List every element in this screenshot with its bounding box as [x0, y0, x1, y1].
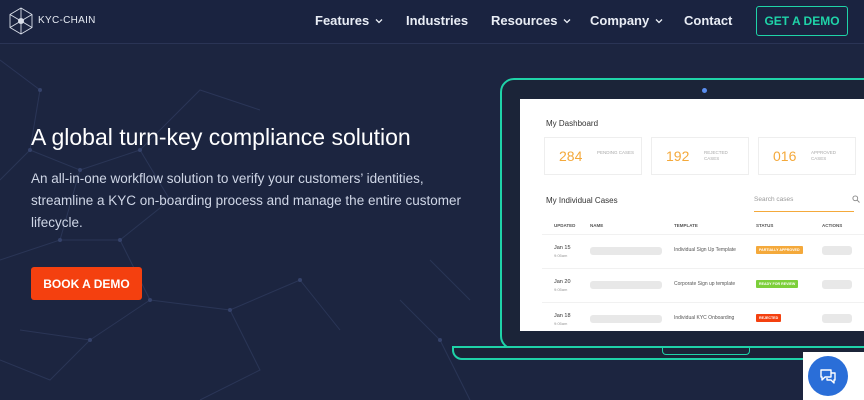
nav-item-label: Resources [491, 13, 558, 28]
row-name-placeholder [590, 281, 662, 289]
row-time: 9:05am [554, 287, 568, 292]
hero-subtitle: An all-in-one workflow solution to verif… [31, 171, 461, 230]
row-action-button[interactable] [822, 246, 852, 255]
top-navigation: KYC-CHAIN Features Industries Resources … [0, 0, 864, 44]
stat-value: 016 [773, 148, 797, 164]
row-action-button[interactable] [822, 314, 852, 323]
stat-label: PENDING CASES [597, 150, 635, 155]
nav-item-label: Contact [684, 13, 733, 28]
nav-item-label: Features [315, 13, 370, 28]
row-template: Individual Sign Up Template [674, 247, 736, 253]
nav-item-features[interactable]: Features [315, 13, 383, 28]
stat-label: REJECTED CASES [704, 150, 728, 161]
stat-value: 284 [559, 148, 583, 164]
status-badge: PARTIALLY APPROVED [756, 246, 803, 254]
stat-value: 192 [666, 148, 690, 164]
dashboard-title: My Dashboard [546, 119, 599, 128]
brand-name[interactable]: KYC-CHAIN [38, 15, 96, 26]
get-a-demo-button[interactable]: GET A DEMO [756, 6, 848, 36]
stat-card-approved: 016 APPROVED CASES [758, 137, 856, 175]
hero-title: A global turn-key compliance solution [31, 124, 411, 150]
table-row[interactable]: Jan 18 9:05am Individual KYC Onboarding … [542, 302, 864, 331]
row-name-placeholder [590, 247, 662, 255]
table-row[interactable]: Jan 15 9:05am Individual Sign Up Templat… [542, 234, 864, 268]
stat-card-rejected: 192 REJECTED CASES [651, 137, 749, 175]
chat-button[interactable] [808, 356, 848, 396]
row-action-button[interactable] [822, 280, 852, 289]
row-name-placeholder [590, 315, 662, 323]
stat-label: APPROVED CASES [811, 150, 837, 161]
nav-item-industries[interactable]: Industries [406, 13, 468, 28]
nav-item-contact[interactable]: Contact [684, 13, 732, 28]
laptop-camera [702, 88, 707, 93]
network-hexagon-icon[interactable] [6, 6, 36, 36]
row-date: Jan 15 [554, 245, 571, 251]
search-underline [754, 211, 854, 212]
dashboard-screen: My Dashboard 284 PENDING CASES 192 REJEC… [520, 99, 864, 331]
chevron-down-icon [375, 18, 383, 23]
chevron-down-icon [564, 18, 571, 23]
table-row[interactable]: Jan 20 9:05am Corporate Sign up template… [542, 268, 864, 302]
row-date: Jan 18 [554, 313, 571, 319]
cases-title: My Individual Cases [546, 196, 618, 205]
status-badge: REJECTED [756, 314, 782, 322]
status-badge: READY FOR REVIEW [756, 280, 799, 288]
search-icon[interactable] [852, 195, 860, 203]
row-template: Corporate Sign up template [674, 281, 736, 287]
chat-bubble-icon [820, 369, 836, 384]
book-a-demo-button[interactable]: BOOK A DEMO [31, 267, 142, 300]
column-header-updated: UPDATED [554, 223, 576, 228]
column-header-template: TEMPLATE [674, 223, 698, 228]
nav-item-label: Company [590, 13, 650, 28]
column-header-actions: ACTIONS [822, 223, 843, 228]
nav-item-resources[interactable]: Resources [491, 13, 571, 28]
search-input[interactable]: Search cases [754, 196, 793, 203]
column-header-name: NAME [590, 223, 604, 228]
stat-card-pending: 284 PENDING CASES [544, 137, 642, 175]
nav-item-company[interactable]: Company [590, 13, 663, 28]
column-header-status: STATUS [756, 223, 774, 228]
row-time: 9:05am [554, 253, 568, 258]
laptop-base-notch [662, 346, 750, 355]
chevron-down-icon [655, 18, 663, 23]
nav-item-label: Industries [406, 13, 469, 28]
row-template: Individual KYC Onboarding [674, 315, 735, 321]
row-time: 9:05am [554, 321, 568, 326]
row-date: Jan 20 [554, 279, 571, 285]
